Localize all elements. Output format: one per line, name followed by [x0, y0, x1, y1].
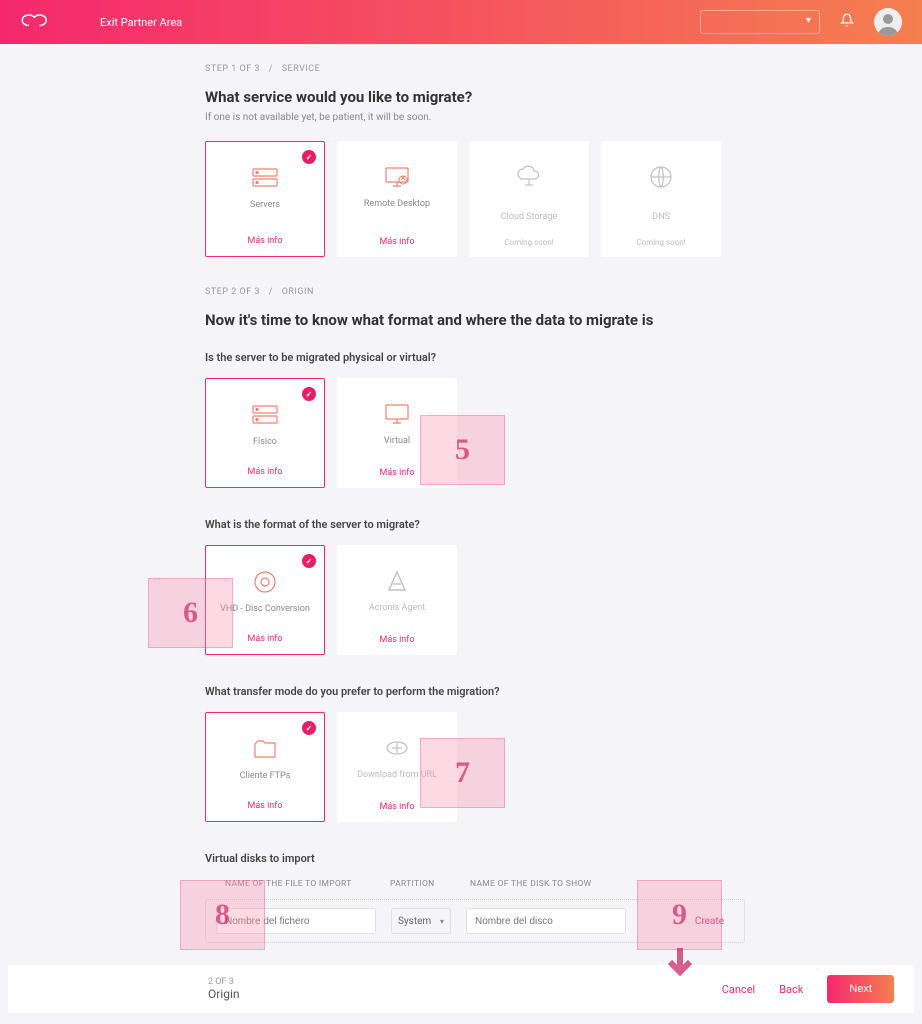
- card-servers[interactable]: Servers Más info: [205, 141, 325, 257]
- format-cards: VHD - Disc Conversion Más info Acronis A…: [205, 545, 745, 655]
- card-title: DNS: [652, 212, 670, 222]
- card-title: Servers: [250, 200, 280, 210]
- header-right: [700, 8, 902, 36]
- footer-left: 2 OF 3 Origin: [208, 977, 240, 1001]
- card-remote-desktop[interactable]: Remote Desktop Más info: [337, 141, 457, 257]
- card-title: Cliente FTPs: [240, 771, 291, 781]
- check-icon: [302, 721, 316, 735]
- vd-table-header: NAME OF THE FILE TO IMPORT PARTITION NAM…: [205, 879, 745, 889]
- file-input[interactable]: [216, 908, 376, 934]
- card-dns: DNS Coming soon!: [601, 141, 721, 257]
- breadcrumb-step2: STEP 2 OF 3 / ORIGIN: [205, 287, 745, 297]
- app-header: Exit Partner Area: [0, 0, 922, 44]
- physical-server-icon: [251, 399, 279, 431]
- partition-select[interactable]: System: [391, 908, 451, 934]
- more-link[interactable]: Más info: [379, 802, 414, 812]
- remote-desktop-icon: [383, 161, 411, 193]
- card-download-url[interactable]: Download from URL Más info: [337, 712, 457, 822]
- logo-icon: [20, 9, 50, 36]
- bell-icon[interactable]: [840, 13, 854, 31]
- col-disk: NAME OF THE DISK TO SHOW: [470, 879, 645, 889]
- content: STEP 1 OF 3 / SERVICE What service would…: [205, 44, 745, 1023]
- back-button[interactable]: Back: [779, 983, 803, 996]
- card-title: Download from URL: [357, 770, 437, 780]
- card-ftps[interactable]: Cliente FTPs Más info: [205, 712, 325, 822]
- download-url-icon: [384, 732, 410, 764]
- crumb-step: STEP 2 OF 3: [205, 287, 260, 297]
- ftps-icon: [252, 733, 278, 765]
- crumb-step: STEP 1 OF 3: [205, 64, 260, 74]
- check-icon: [302, 387, 316, 401]
- more-link[interactable]: Más info: [379, 237, 414, 247]
- more-link[interactable]: Más info: [247, 236, 282, 246]
- col-partition: PARTITION: [390, 879, 470, 889]
- col-file: NAME OF THE FILE TO IMPORT: [215, 879, 390, 889]
- footer-actions: Cancel Back Next: [722, 975, 894, 1003]
- card-title: Acronis Agent: [369, 603, 425, 613]
- step1-subtitle: If one is not available yet, be patient,…: [205, 112, 745, 123]
- next-button[interactable]: Next: [827, 975, 894, 1003]
- step2-heading: Now it's time to know what format and wh…: [205, 311, 745, 329]
- card-title: Virtual: [384, 436, 410, 446]
- page: Exit Partner Area STEP 1 OF 3 / SERVICE …: [0, 0, 922, 1023]
- crumb-page: SERVICE: [282, 64, 321, 74]
- card-title: Cloud Storage: [501, 212, 557, 222]
- exit-partner-link[interactable]: Exit Partner Area: [100, 16, 182, 29]
- q-format: What is the format of the server to migr…: [205, 518, 745, 531]
- q-transfer-mode: What transfer mode do you prefer to perf…: [205, 685, 745, 698]
- acronis-icon: [385, 565, 409, 597]
- card-cloud-storage: Cloud Storage Coming soon!: [469, 141, 589, 257]
- card-acronis[interactable]: Acronis Agent Más info: [337, 545, 457, 655]
- vhd-icon: [252, 566, 278, 598]
- servers-icon: [251, 162, 279, 194]
- server-type-cards: Físico Más info Virtual Más info: [205, 378, 745, 488]
- more-link[interactable]: Más info: [379, 635, 414, 645]
- card-vhd[interactable]: VHD - Disc Conversion Más info: [205, 545, 325, 655]
- cancel-button[interactable]: Cancel: [722, 983, 755, 996]
- footer-step: 2 OF 3: [208, 977, 240, 987]
- disk-input[interactable]: [466, 908, 626, 934]
- step1-heading: What service would you like to migrate?: [205, 88, 745, 106]
- cloud-storage-icon: [515, 161, 543, 193]
- coming-soon: Coming soon!: [504, 238, 553, 247]
- card-virtual[interactable]: Virtual Más info: [337, 378, 457, 488]
- crumb-sep: /: [269, 287, 273, 297]
- create-link[interactable]: Create: [695, 916, 724, 927]
- check-icon: [302, 150, 316, 164]
- vd-row: System Create: [205, 899, 745, 943]
- header-dropdown[interactable]: [700, 10, 820, 34]
- coming-soon: Coming soon!: [636, 238, 685, 247]
- avatar[interactable]: [874, 8, 902, 36]
- crumb-sep: /: [269, 64, 273, 74]
- more-link[interactable]: Más info: [379, 468, 414, 478]
- q-physical-virtual: Is the server to be migrated physical or…: [205, 351, 745, 364]
- check-icon: [302, 554, 316, 568]
- wizard-footer: 2 OF 3 Origin Cancel Back Next: [8, 965, 914, 1013]
- card-title: VHD - Disc Conversion: [220, 604, 310, 614]
- partition-value: System: [398, 916, 431, 927]
- breadcrumb-step1: STEP 1 OF 3 / SERVICE: [205, 64, 745, 74]
- footer-title: Origin: [208, 987, 240, 1001]
- dns-icon: [648, 161, 674, 193]
- more-link[interactable]: Más info: [247, 634, 282, 644]
- more-link[interactable]: Más info: [247, 801, 282, 811]
- transfer-cards: Cliente FTPs Más info Download from URL …: [205, 712, 745, 822]
- vd-heading: Virtual disks to import: [205, 852, 745, 865]
- card-title: Físico: [253, 437, 277, 447]
- more-link[interactable]: Más info: [247, 467, 282, 477]
- virtual-server-icon: [383, 398, 411, 430]
- crumb-page: ORIGIN: [282, 287, 314, 297]
- service-cards: Servers Más info Remote Desktop Más info…: [205, 141, 745, 257]
- card-fisico[interactable]: Físico Más info: [205, 378, 325, 488]
- card-title: Remote Desktop: [364, 199, 430, 209]
